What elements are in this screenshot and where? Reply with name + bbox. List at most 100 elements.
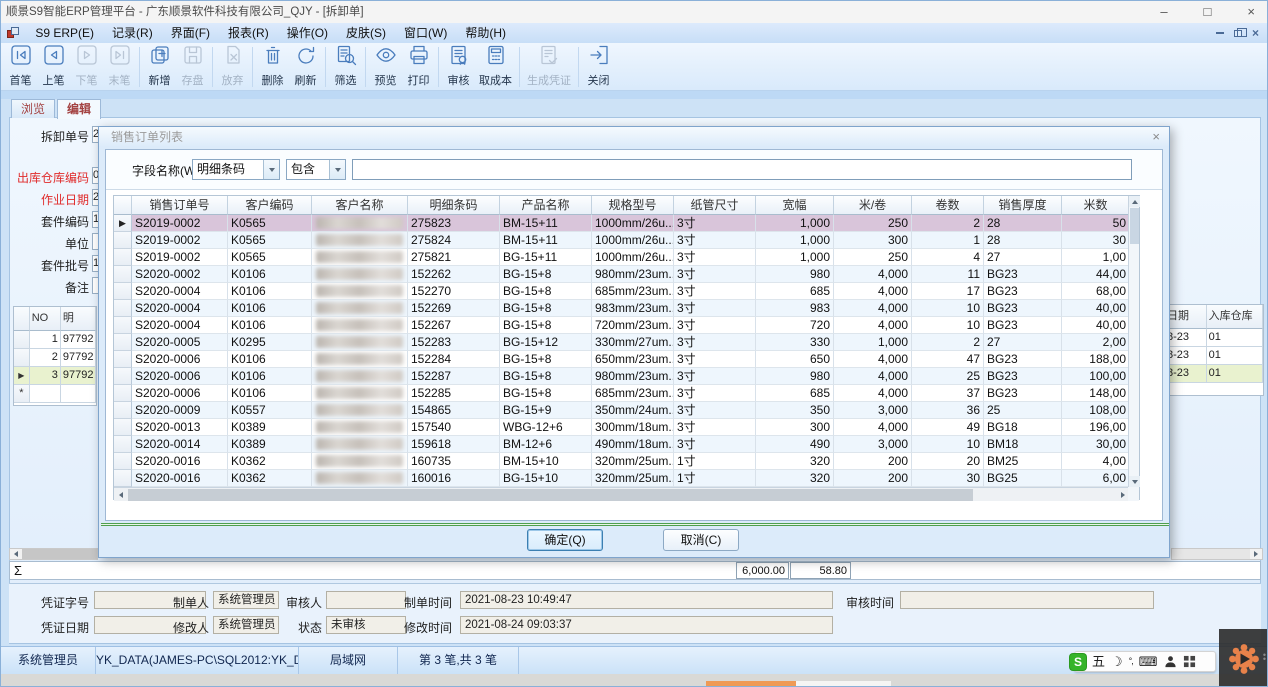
toolbox-icon[interactable] [1183, 652, 1196, 671]
table-row[interactable]: S2020-0004K0106152267BG-15+8720mm/23um..… [114, 317, 1139, 334]
mdi-restore-icon[interactable] [1234, 30, 1242, 37]
toolbar-button-refresh[interactable]: 刷新 [289, 43, 322, 90]
menu-item-records[interactable]: 记录(R) [103, 23, 162, 43]
scroll-thumb[interactable] [1130, 208, 1139, 244]
column-header-9[interactable]: 米/卷 [834, 196, 912, 215]
toolbar-button-first-record[interactable]: 首笔 [4, 43, 37, 90]
ime-logo-icon[interactable]: S [1070, 654, 1086, 670]
cancel-button[interactable]: 取消(C) [663, 529, 739, 551]
table-row[interactable]: S2020-0004K0106152270BG-15+8685mm/23um..… [114, 283, 1139, 300]
table-row[interactable]: 8-2301 [1165, 365, 1263, 383]
scroll-right-icon[interactable] [1250, 549, 1262, 559]
scroll-thumb[interactable] [22, 549, 97, 559]
column-header-8[interactable]: 宽幅 [756, 196, 834, 215]
filter-field-select[interactable]: 明细条码 [192, 159, 280, 180]
mdi-close-icon[interactable]: × [1252, 28, 1259, 38]
redacted-customer-name [316, 336, 403, 348]
table-row[interactable]: S2020-0006K0106152287BG-15+8980mm/23um..… [114, 368, 1139, 385]
recorder-overlay-logo[interactable]: •• [1219, 629, 1268, 687]
table-row[interactable]: 8-2301 [1165, 329, 1263, 347]
table-row[interactable]: 297792 [14, 349, 96, 367]
main-hscrollbar-right[interactable] [1171, 548, 1263, 560]
detail-grid-right-fragment[interactable]: 日期入库仓库8-23018-23018-2301 [1164, 304, 1264, 396]
ime-mode-wubi[interactable]: 五 [1092, 652, 1105, 671]
toolbar-button-delete[interactable]: 删除 [256, 43, 289, 90]
column-header-10[interactable]: 卷数 [912, 196, 984, 215]
table-row[interactable]: S2020-0016K0362160735BM-15+10320mm/25um.… [114, 453, 1139, 470]
table-row[interactable]: S2020-0014K0389159618BM-12+6490mm/18um..… [114, 436, 1139, 453]
chevron-down-icon[interactable] [329, 160, 345, 179]
column-header-2[interactable]: 客户编码 [228, 196, 312, 215]
column-header-12[interactable]: 米数 [1062, 196, 1130, 215]
column-header-4[interactable]: 明细条码 [408, 196, 500, 215]
column-header-7[interactable]: 纸管尺寸 [674, 196, 756, 215]
table-row[interactable]: S2020-0009K0557154865BG-15+9350mm/24um..… [114, 402, 1139, 419]
toolbar-button-add[interactable]: 新增 [143, 43, 176, 90]
chevron-down-icon[interactable] [263, 160, 279, 179]
toolbar-button-audit[interactable]: 审核 [442, 43, 475, 90]
table-row[interactable]: S2019-0002K0565275821BG-15+111000mm/26u.… [114, 249, 1139, 266]
punctuation-icon[interactable]: °, [1129, 652, 1133, 671]
table-row[interactable]: S2020-0004K0106152269BG-15+8983mm/23um..… [114, 300, 1139, 317]
main-hscrollbar-left[interactable] [9, 548, 98, 560]
table-row[interactable]: S2020-0005K0295152283BG-15+12330mm/27um.… [114, 334, 1139, 351]
column-header-11[interactable]: 销售厚度 [984, 196, 1062, 215]
column-header-6[interactable]: 规格型号 [592, 196, 674, 215]
menu-item-window[interactable]: 窗口(W) [395, 23, 456, 43]
discard-icon [222, 44, 244, 71]
ok-button[interactable]: 确定(Q) [527, 529, 603, 551]
table-row[interactable]: S2020-0006K0106152284BG-15+8650mm/23um..… [114, 351, 1139, 368]
menu-item-operations[interactable]: 操作(O) [278, 23, 337, 43]
column-header-1[interactable]: 销售订单号 [132, 196, 228, 215]
menu-item-interface[interactable]: 界面(F) [162, 23, 219, 43]
column-header-0[interactable] [114, 196, 132, 215]
tab-edit[interactable]: 编辑 [57, 99, 101, 119]
toolbar-button-label: 首笔 [10, 72, 32, 88]
footer-field-label-2: 审核人 [274, 594, 322, 611]
filter-search-input[interactable] [352, 159, 1132, 180]
grid-hscrollbar[interactable] [114, 487, 1130, 501]
table-row[interactable]: S2020-0016K0362160016BG-15+10320mm/25um.… [114, 470, 1139, 487]
detail-grid-left-fragment[interactable]: NO明197792297792▶397792* [13, 306, 97, 406]
keyboard-icon[interactable]: ⌨ [1139, 652, 1158, 671]
dialog-close-icon[interactable]: × [1152, 129, 1160, 145]
minimize-button[interactable]: – [1160, 1, 1167, 23]
mdi-minimize-icon[interactable] [1216, 32, 1224, 34]
grid-vscrollbar[interactable] [1128, 196, 1139, 487]
table-row[interactable]: S2020-0002K0106152262BG-15+8980mm/23um..… [114, 266, 1139, 283]
gear-play-icon [1225, 640, 1263, 678]
menu-item-skins[interactable]: 皮肤(S) [337, 23, 395, 43]
tab-browse[interactable]: 浏览 [11, 99, 55, 118]
toolbar-button-make-voucher: 生成凭证 [523, 43, 575, 90]
table-row[interactable]: S2020-0006K0106152285BG-15+8685mm/23um..… [114, 385, 1139, 402]
filter-operator-select[interactable]: 包含 [286, 159, 346, 180]
scroll-down-icon[interactable] [1129, 476, 1140, 487]
table-row[interactable]: 197792 [14, 331, 96, 349]
person-icon[interactable] [1164, 652, 1177, 671]
column-header-3[interactable]: 客户名称 [312, 196, 408, 215]
toolbar-button-filter[interactable]: 筛选 [329, 43, 362, 90]
column-header-5[interactable]: 产品名称 [500, 196, 592, 215]
moon-icon[interactable]: ☽ [1111, 652, 1123, 671]
table-row[interactable]: ▶S2019-0002K0565275823BM-15+111000mm/26u… [114, 215, 1139, 232]
toolbar-button-close[interactable]: 关闭 [582, 43, 615, 90]
scroll-thumb[interactable] [128, 489, 973, 501]
menu-item-app[interactable]: S9 ERP(E) [26, 23, 103, 43]
menu-item-reports[interactable]: 报表(R) [219, 23, 278, 43]
toolbar-button-prev-record[interactable]: 上笔 [37, 43, 70, 90]
table-row[interactable]: S2019-0002K0565275824BM-15+111000mm/26u.… [114, 232, 1139, 249]
redacted-customer-name [316, 387, 403, 399]
scroll-up-icon[interactable] [1129, 196, 1140, 207]
maximize-button[interactable]: □ [1204, 1, 1212, 23]
table-row[interactable]: ▶397792 [14, 367, 96, 385]
close-icon [588, 44, 610, 71]
table-row[interactable]: 8-2301 [1165, 347, 1263, 365]
scroll-left-icon[interactable] [114, 489, 128, 501]
close-button[interactable]: × [1247, 1, 1255, 23]
scroll-left-icon[interactable] [10, 549, 22, 559]
menu-item-help[interactable]: 帮助(H) [456, 23, 515, 43]
toolbar-button-get-cost[interactable]: 取成本 [475, 43, 516, 90]
toolbar-button-preview[interactable]: 预览 [369, 43, 402, 90]
table-row[interactable]: S2020-0013K0389157540WBG-12+6300mm/18um.… [114, 419, 1139, 436]
toolbar-button-print[interactable]: 打印 [402, 43, 435, 90]
